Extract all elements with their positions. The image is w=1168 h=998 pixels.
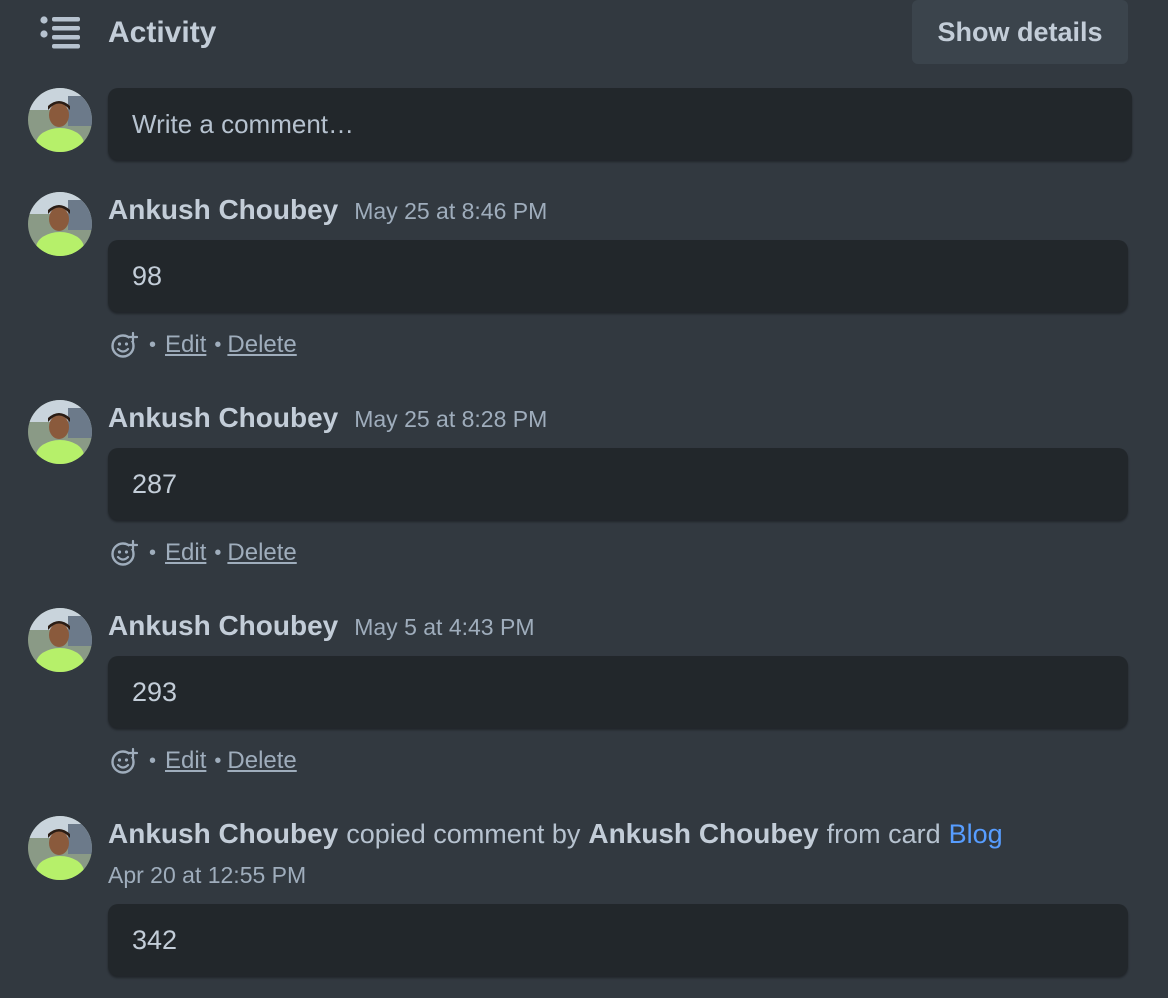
comment-author[interactable]: Ankush Choubey [108,194,338,226]
comment-body[interactable]: 98 [108,240,1128,312]
add-reaction-icon[interactable] [110,539,139,567]
separator: • [149,333,157,356]
comment-actions: • Edit • Delete [110,536,297,570]
avatar[interactable] [28,88,92,152]
avatar[interactable] [28,816,92,880]
separator: • [149,541,157,564]
page-title: Activity [108,16,217,49]
activity-panel: Activity Show details Ankush Choubey May… [0,0,1168,998]
delete-link[interactable]: Delete [227,539,296,567]
comment-timestamp[interactable]: May 25 at 8:46 PM [354,198,547,225]
delete-link[interactable]: Delete [227,331,296,359]
comment-body[interactable]: 342 [108,904,1128,976]
add-reaction-icon[interactable] [110,747,139,775]
from-text: from card [826,819,941,849]
comment-actions: • Edit • Delete [110,328,297,362]
avatar[interactable] [28,400,92,464]
separator: • [214,749,222,772]
comment-timestamp[interactable]: May 25 at 8:28 PM [354,406,547,433]
comment-input[interactable] [108,88,1132,160]
card-link[interactable]: Blog [949,819,1003,850]
separator: • [214,541,222,564]
separator: • [149,749,157,772]
comment-author[interactable]: Ankush Choubey [108,610,338,642]
comment-actions: • Edit • Delete [110,744,297,778]
edit-link[interactable]: Edit [165,331,206,359]
original-author[interactable]: Ankush Choubey [588,818,818,850]
comment-meta: Ankush Choubey May 25 at 8:46 PM [108,194,547,230]
comment-meta: Ankush Choubey May 25 at 8:28 PM [108,402,547,438]
avatar[interactable] [28,192,92,256]
action-text: copied comment by [346,819,581,849]
list-icon [38,14,82,50]
comment-timestamp[interactable]: May 5 at 4:43 PM [354,614,534,641]
avatar[interactable] [28,608,92,672]
activity-header: Activity Show details [0,0,1168,66]
show-details-button[interactable]: Show details [912,0,1128,64]
copied-comment-line: Ankush Choubey copied comment by Ankush … [108,818,1003,856]
comment-body[interactable]: 293 [108,656,1128,728]
separator: • [214,333,222,356]
comment-meta: Ankush Choubey May 5 at 4:43 PM [108,610,534,646]
add-reaction-icon[interactable] [110,331,139,359]
comment-author[interactable]: Ankush Choubey [108,402,338,434]
edit-link[interactable]: Edit [165,747,206,775]
comment-body[interactable]: 287 [108,448,1128,520]
comment-timestamp[interactable]: Apr 20 at 12:55 PM [108,862,306,889]
delete-link[interactable]: Delete [227,747,296,775]
comment-author[interactable]: Ankush Choubey [108,818,338,850]
edit-link[interactable]: Edit [165,539,206,567]
